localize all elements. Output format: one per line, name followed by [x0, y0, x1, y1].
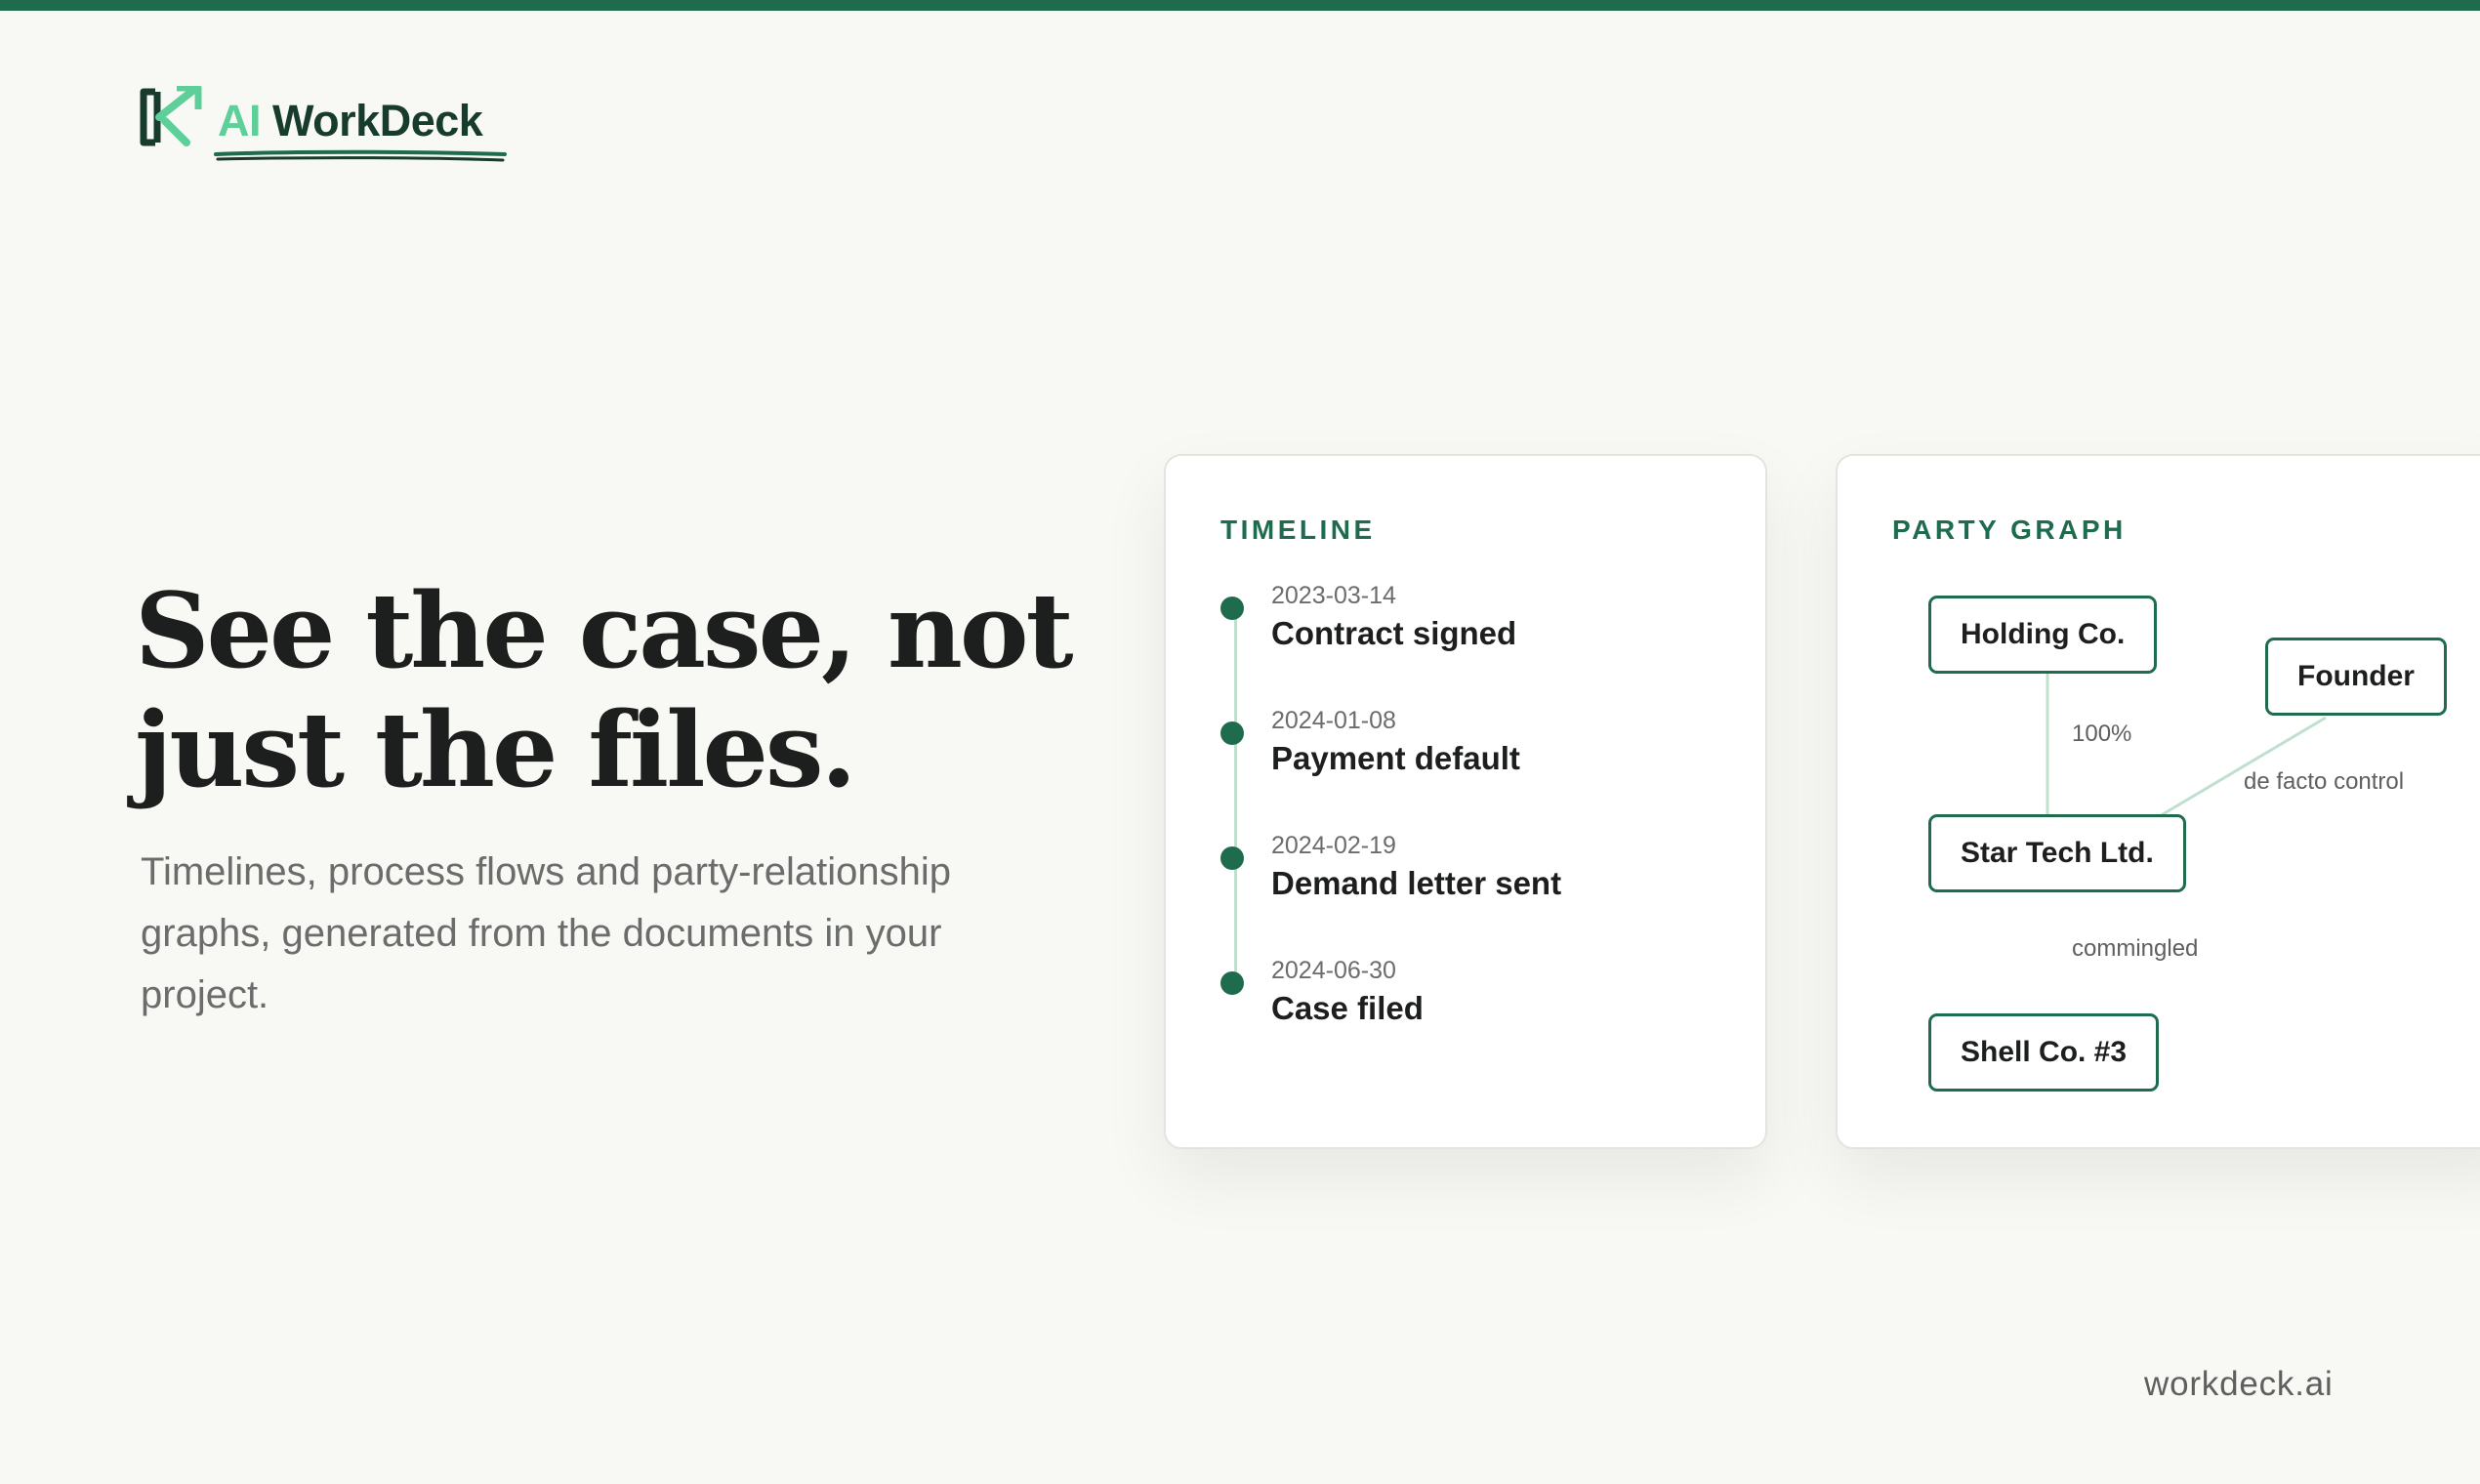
timeline-dot — [1220, 846, 1244, 870]
timeline-event-date: 2024-06-30 — [1271, 957, 1396, 984]
edge-label-control: de facto control — [2244, 768, 2405, 795]
workdeck-logo[interactable]: AI WorkDeck — [140, 86, 511, 164]
logo-ai-text: AI — [218, 96, 262, 145]
edge-founder-to-startech — [2157, 716, 2327, 819]
timeline-event-title: Payment default — [1271, 740, 1520, 776]
timeline-event-title: Case filed — [1271, 990, 1424, 1026]
timeline-event: 2024-02-19 Demand letter sent — [1220, 832, 1748, 929]
footer-url[interactable]: workdeck.ai — [2144, 1365, 2334, 1404]
timeline-dot — [1220, 971, 1244, 995]
timeline-event: 2024-06-30 Case filed — [1220, 957, 1748, 1054]
edge-label-ownership: 100% — [2072, 721, 2132, 747]
node-star-tech[interactable]: Star Tech Ltd. — [1928, 814, 2186, 892]
timeline-event-date: 2024-02-19 — [1271, 832, 1396, 859]
hero-subhead: Timelines, process flows and party-relat… — [141, 850, 951, 1016]
logo-wordmark: AI WorkDeck — [218, 96, 483, 146]
timeline-event-title: Demand letter sent — [1271, 865, 1562, 901]
node-holding-co[interactable]: Holding Co. — [1928, 596, 2158, 674]
timeline-dot — [1220, 597, 1244, 620]
timeline-dot — [1220, 721, 1244, 745]
node-founder[interactable]: Founder — [2265, 638, 2447, 716]
top-accent-bar — [0, 0, 2480, 11]
timeline-event-title: Contract signed — [1271, 615, 1517, 651]
node-shell-co[interactable]: Shell Co. #3 — [1928, 1013, 2160, 1092]
hero-headline: See the case, not just the files. — [135, 571, 1121, 809]
edge-label-commingled: commingled — [2072, 935, 2199, 962]
headline-line-2: just the files. — [135, 688, 856, 810]
logo-workdeck-text: WorkDeck — [272, 96, 483, 145]
timeline-label: TIMELINE — [1220, 515, 1376, 545]
workdeck-k-arrow-icon — [140, 86, 202, 146]
timeline-event-date: 2024-01-08 — [1271, 707, 1396, 734]
logo-underline — [214, 149, 507, 162]
timeline-card: TIMELINE 2023-03-14 Contract signed 2024… — [1164, 454, 1767, 1149]
headline-line-1: See the case, not — [135, 569, 1074, 691]
timeline-event-date: 2023-03-14 — [1271, 582, 1396, 609]
party-graph-card: PARTY GRAPH Holding Co. Founder Star Tec… — [1836, 454, 2480, 1149]
timeline-event: 2023-03-14 Contract signed — [1220, 582, 1748, 680]
timeline-event: 2024-01-08 Payment default — [1220, 707, 1748, 804]
